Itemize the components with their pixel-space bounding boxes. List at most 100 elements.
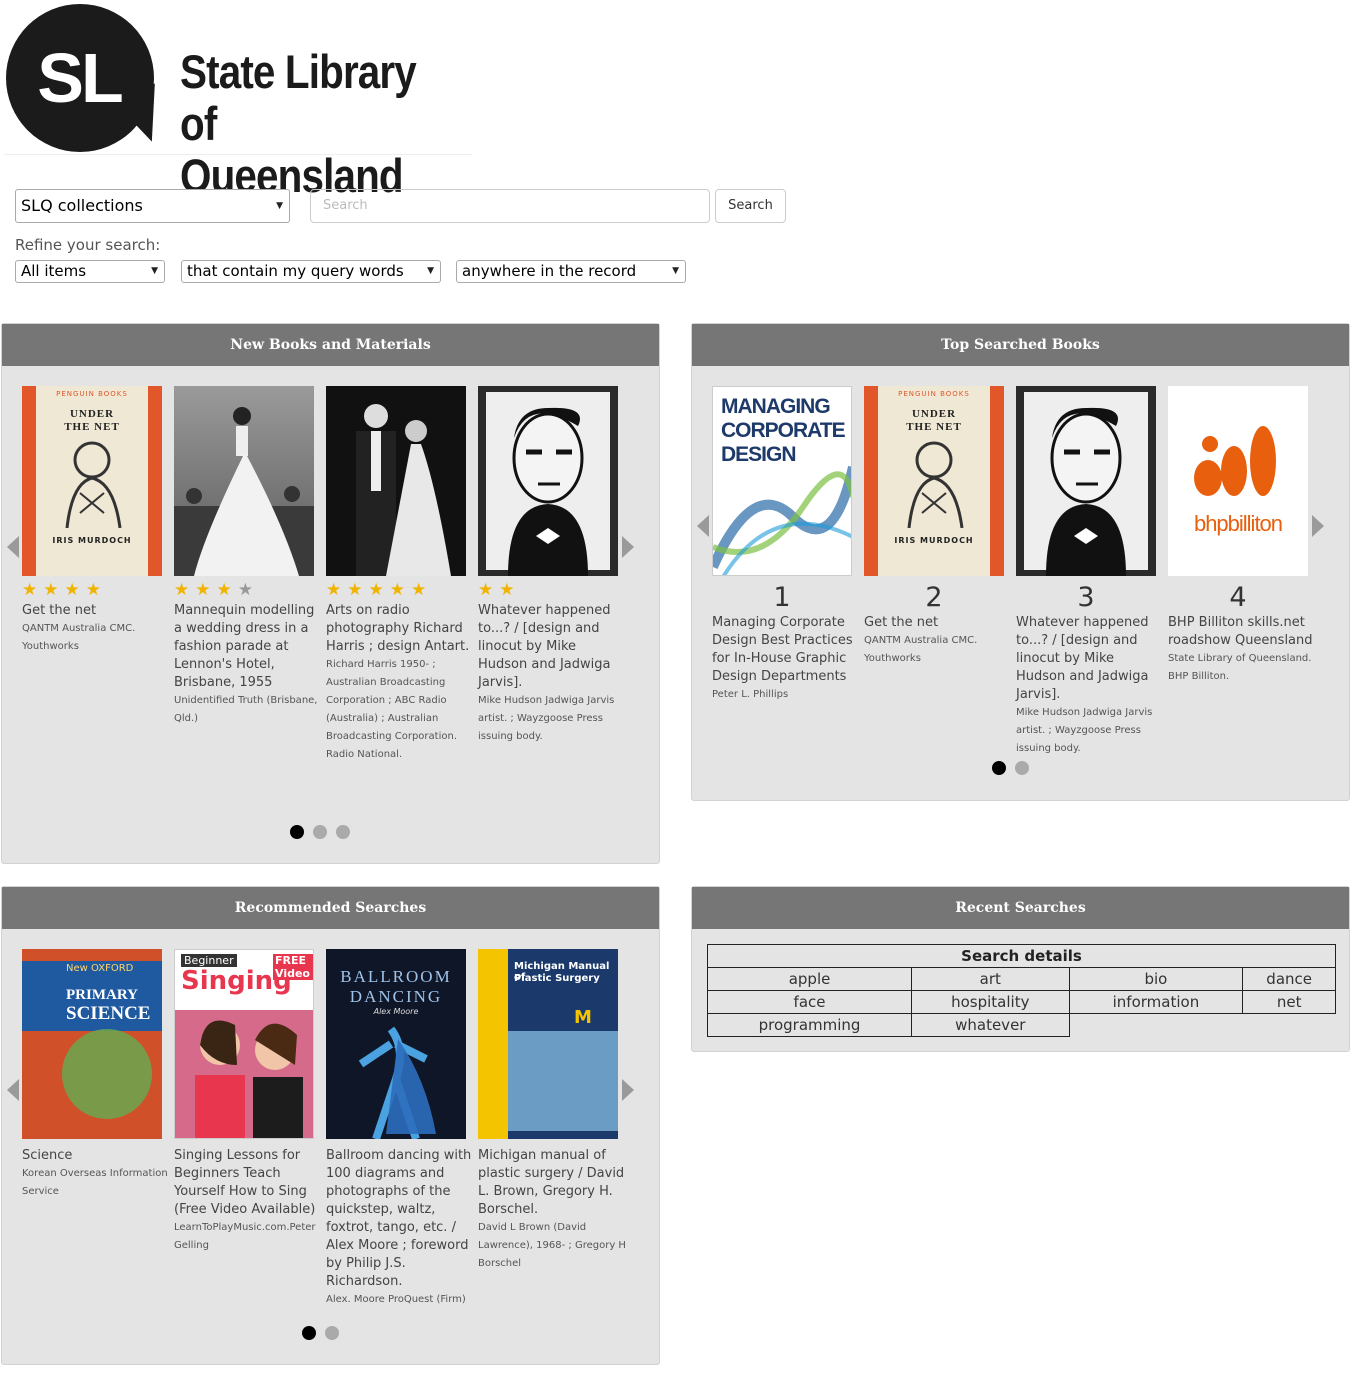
- carousel-item[interactable]: ★★★★★ Arts on radio photography Richard H…: [326, 386, 476, 764]
- book-cover[interactable]: [1016, 386, 1156, 576]
- item-title[interactable]: Whatever happened to...? / [design and l…: [1016, 614, 1166, 704]
- cover-title-line: Alex Moore: [373, 1007, 419, 1016]
- carousel-item[interactable]: ★★ Whatever happened to...? / [design and…: [478, 386, 628, 746]
- item-author: State Library of Queensland. BHP Billito…: [1168, 653, 1312, 682]
- recent-search-term[interactable]: programming: [706, 1013, 913, 1037]
- query-match-select[interactable]: that contain my query words ▼: [181, 260, 441, 283]
- carousel-item[interactable]: PENGUIN BOOKS UNDER THE NET IRIS MURDOCH ★★★…: [22, 386, 172, 656]
- item-title[interactable]: Whatever happened to...? / [design and l…: [478, 602, 628, 692]
- recent-search-term[interactable]: net: [1242, 990, 1336, 1014]
- cover-title-line: BALLROOM: [340, 967, 452, 986]
- item-title[interactable]: Ballroom dancing with 100 diagrams and p…: [326, 1147, 476, 1291]
- table-header: Search details: [707, 944, 1336, 968]
- book-cover[interactable]: New OXFORD PRIMARY SCIENCE: [22, 949, 162, 1139]
- empty-cell: [1243, 1014, 1336, 1037]
- recent-search-term[interactable]: dance: [1242, 967, 1336, 991]
- recent-searches-table: Search details apple art bio dance face hospi…: [706, 944, 1336, 1037]
- item-title[interactable]: Arts on radio photography Richard Harris…: [326, 602, 476, 656]
- cover-title-line: Plastic Surgery: [514, 973, 600, 984]
- search-scope-select[interactable]: anywhere in the record ▼: [456, 260, 686, 283]
- book-cover[interactable]: [174, 386, 314, 576]
- search-scope-select-value: anywhere in the record: [462, 262, 637, 280]
- search-button[interactable]: Search: [715, 189, 786, 223]
- panel-title: Recent Searches: [692, 887, 1349, 929]
- chevron-down-icon: ▼: [672, 266, 679, 276]
- book-cover[interactable]: MANAGING CORPORATE DESIGN: [712, 386, 852, 576]
- chevron-left-icon[interactable]: [7, 1079, 19, 1101]
- rank-number: 2: [925, 582, 943, 613]
- carousel-item[interactable]: New OXFORD PRIMARY SCIENCE Science Korean Ov…: [22, 949, 172, 1201]
- cover-title-line: MANAGING: [721, 395, 831, 418]
- book-cover[interactable]: [326, 386, 466, 576]
- cover-logo-text: bhpbilliton: [1193, 511, 1283, 536]
- carousel-item[interactable]: ★★★★ Mannequin modelling a wedding dress …: [174, 386, 324, 728]
- carousel-dot[interactable]: [1014, 761, 1029, 775]
- carousel-dot[interactable]: [313, 825, 327, 839]
- book-cover[interactable]: PENGUIN BOOKS UNDER THE NET IRIS MURDOCH: [22, 386, 162, 576]
- top-book-item[interactable]: 3 Whatever happened to...? / [design and …: [1016, 386, 1166, 758]
- item-author: Peter L. Phillips: [712, 689, 789, 700]
- book-cover[interactable]: M Michigan Manual of Plastic Surgery: [478, 949, 618, 1139]
- new-books-panel: New Books and Materials PENGUIN BOOKS UND…: [1, 323, 660, 864]
- carousel-dot[interactable]: [991, 761, 1006, 775]
- top-book-item[interactable]: PENGUIN BOOKS UNDER THE NET IRIS MURDOCH 2 Ge…: [864, 386, 1014, 668]
- chevron-down-icon: ▼: [151, 266, 158, 276]
- item-title[interactable]: BHP Billiton skills.net roadshow Queensl…: [1168, 614, 1318, 650]
- collection-select-value: SLQ collections: [21, 196, 143, 215]
- logo-line-1: State Library: [180, 45, 417, 98]
- panel-title: Top Searched Books: [692, 324, 1349, 366]
- carousel-item[interactable]: Beginner Singing FREE Video Singing Lessons…: [174, 949, 324, 1255]
- book-cover[interactable]: [478, 386, 618, 576]
- carousel-item[interactable]: M Michigan Manual of Plastic Surgery Michig…: [478, 949, 628, 1273]
- item-author: QANTM Australia CMC. Youthworks: [22, 623, 136, 652]
- book-cover[interactable]: bhpbilliton: [1168, 386, 1308, 576]
- cover-title-line: New OXFORD: [66, 963, 134, 974]
- item-type-select[interactable]: All items ▼: [15, 260, 165, 283]
- search-input[interactable]: Search: [310, 189, 710, 223]
- rank-number: 4: [1229, 582, 1247, 613]
- item-title[interactable]: Singing Lessons for Beginners Teach Your…: [174, 1147, 324, 1219]
- collection-select[interactable]: SLQ collections ▼: [15, 189, 290, 223]
- top-book-item[interactable]: bhpbilliton 4 BHP Billiton skills.net road…: [1168, 386, 1318, 686]
- panel-title: Recommended Searches: [2, 887, 659, 929]
- cover-title-line: FREE Video: [273, 954, 313, 980]
- chevron-right-icon[interactable]: [1312, 515, 1324, 537]
- cover-title-line: THE NET: [64, 421, 120, 433]
- carousel-dot[interactable]: [301, 1326, 316, 1340]
- empty-cell: [1069, 1014, 1243, 1037]
- carousel-dot[interactable]: [336, 825, 350, 839]
- chevron-right-icon[interactable]: [622, 1079, 634, 1101]
- recent-search-term[interactable]: hospitality: [911, 990, 1070, 1014]
- book-cover[interactable]: Beginner Singing FREE Video: [174, 949, 314, 1139]
- carousel-dot[interactable]: [324, 1326, 339, 1340]
- item-title[interactable]: Managing Corporate Design Best Practices…: [712, 614, 862, 686]
- item-author: QANTM Australia CMC. Youthworks: [864, 635, 978, 664]
- slq-logo[interactable]: SL State Library of Queensland: [4, 4, 472, 202]
- item-author: David L Brown (David Lawrence), 1968- ; …: [478, 1222, 626, 1269]
- item-title[interactable]: Get the net: [864, 614, 1014, 632]
- chevron-left-icon[interactable]: [7, 536, 19, 558]
- recent-search-term[interactable]: bio: [1068, 967, 1244, 991]
- top-book-item[interactable]: MANAGING CORPORATE DESIGN 1 Managing Corpora…: [712, 386, 862, 704]
- chevron-right-icon[interactable]: [622, 536, 634, 558]
- item-title[interactable]: Get the net: [22, 602, 172, 620]
- recent-search-term[interactable]: face: [706, 990, 913, 1014]
- cover-title-line: PRIMARY: [66, 987, 138, 1003]
- cover-title-line: UNDER: [69, 408, 115, 420]
- book-cover[interactable]: BALLROOM DANCING Alex Moore: [326, 949, 466, 1139]
- recent-search-term[interactable]: information: [1068, 990, 1244, 1014]
- cover-title-line: CORPORATE: [721, 419, 846, 442]
- item-title[interactable]: Michigan manual of plastic surgery / Dav…: [478, 1147, 628, 1219]
- book-cover[interactable]: PENGUIN BOOKS UNDER THE NET IRIS MURDOCH: [864, 386, 1004, 576]
- carousel-item[interactable]: BALLROOM DANCING Alex Moore Ballroom dancin…: [326, 949, 476, 1309]
- chevron-left-icon[interactable]: [697, 515, 709, 537]
- recent-searches-panel: Recent Searches Search details apple art b…: [691, 886, 1350, 1052]
- recent-search-term[interactable]: whatever: [911, 1013, 1070, 1037]
- cover-title-line: UNDER: [911, 408, 957, 420]
- item-title[interactable]: Mannequin modelling a wedding dress in a…: [174, 602, 324, 692]
- recent-search-term[interactable]: art: [911, 967, 1070, 991]
- recent-search-term[interactable]: apple: [706, 967, 913, 991]
- carousel-dot[interactable]: [290, 825, 304, 839]
- cover-title-line: DANCING: [349, 987, 443, 1006]
- item-title[interactable]: Science: [22, 1147, 172, 1165]
